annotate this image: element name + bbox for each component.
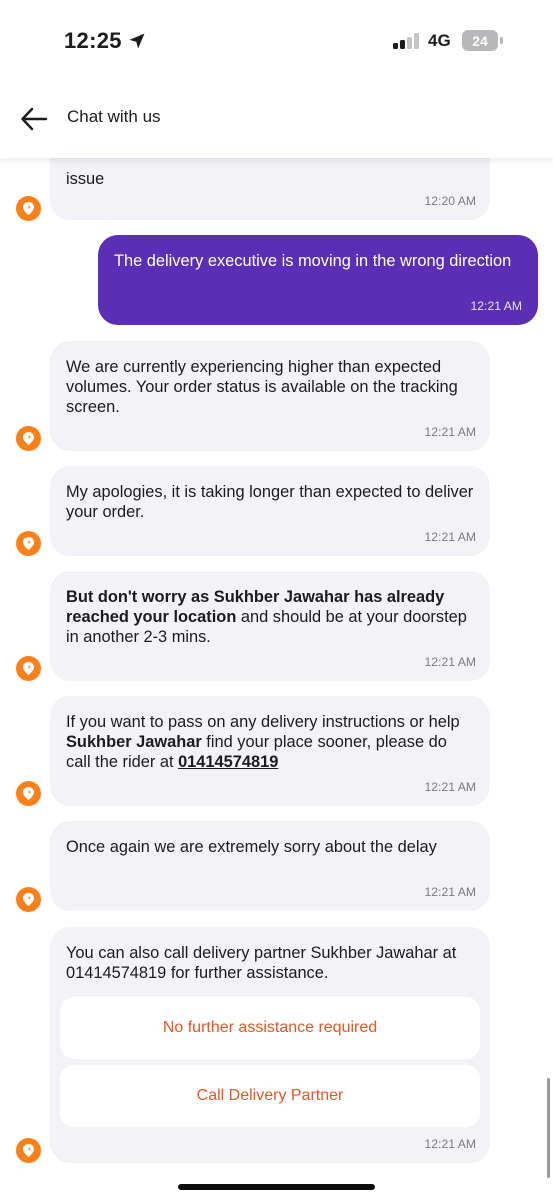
message-text: If you want to pass on any delivery inst…: [50, 696, 490, 772]
message-time: 12:21 AM: [424, 530, 477, 544]
chat-thread[interactable]: issue 12:20 AM The delivery executive is…: [0, 158, 553, 1188]
battery-level: 24: [472, 32, 488, 49]
page-title: Chat with us: [67, 107, 161, 126]
message-time: 12:21 AM: [424, 1137, 477, 1151]
message-text: issue: [66, 170, 105, 188]
bot-message: We are currently experiencing higher tha…: [50, 341, 490, 451]
message-time: 12:21 AM: [424, 655, 477, 669]
chat-header: Chat with us: [0, 80, 553, 158]
swiggy-logo-icon: [16, 887, 41, 912]
status-bar: 12:25 4G 24: [0, 0, 553, 80]
message-time: 12:21 AM: [424, 885, 477, 899]
message-time: 12:20 AM: [424, 194, 477, 208]
message-text: You can also call delivery partner Sukhb…: [66, 944, 457, 982]
message-text-a: If you want to pass on any delivery inst…: [66, 713, 460, 731]
message-time: 12:21 AM: [424, 780, 477, 794]
message-time: 12:21 AM: [424, 425, 477, 439]
swiggy-logo-icon: [16, 1138, 41, 1163]
bot-message: But don't worry as Sukhber Jawahar has a…: [50, 571, 490, 681]
message-text: My apologies, it is taking longer than e…: [66, 483, 474, 521]
bot-message: issue 12:20 AM: [50, 158, 490, 220]
bot-message: If you want to pass on any delivery inst…: [50, 696, 490, 806]
message-time: 12:21 AM: [470, 299, 523, 313]
call-delivery-partner-button[interactable]: Call Delivery Partner: [60, 1065, 480, 1127]
message-text: But don't worry as Sukhber Jawahar has a…: [50, 571, 490, 647]
swiggy-logo-icon: [16, 426, 41, 451]
status-time-text: 12:25: [64, 28, 122, 53]
swiggy-logo-icon: [16, 196, 41, 221]
cellular-signal-icon: [393, 33, 421, 49]
home-indicator[interactable]: [178, 1184, 375, 1190]
back-button[interactable]: [20, 106, 48, 132]
swiggy-logo-icon: [16, 656, 41, 681]
rider-name: Sukhber Jawahar: [66, 733, 202, 751]
arrow-left-icon: [21, 107, 48, 131]
no-further-assistance-button[interactable]: No further assistance required: [60, 997, 480, 1059]
rider-phone-link[interactable]: 01414574819: [178, 753, 278, 771]
message-text: The delivery executive is moving in the …: [114, 252, 512, 270]
message-text: Once again we are extremely sorry about …: [66, 838, 437, 856]
swiggy-logo-icon: [16, 531, 41, 556]
battery-tip: [500, 37, 503, 44]
bot-message: My apologies, it is taking longer than e…: [50, 466, 490, 556]
scrollbar-thumb[interactable]: [547, 1078, 550, 1178]
message-text: We are currently experiencing higher tha…: [66, 358, 458, 416]
bot-message-with-options: You can also call delivery partner Sukhb…: [50, 927, 490, 1163]
bot-message: Once again we are extremely sorry about …: [50, 821, 490, 911]
battery-icon: 24: [462, 30, 498, 51]
swiggy-logo-icon: [16, 781, 41, 806]
user-message: The delivery executive is moving in the …: [98, 235, 538, 325]
status-time: 12:25: [64, 28, 146, 54]
location-arrow-icon: [129, 33, 145, 49]
network-type: 4G: [428, 31, 451, 50]
